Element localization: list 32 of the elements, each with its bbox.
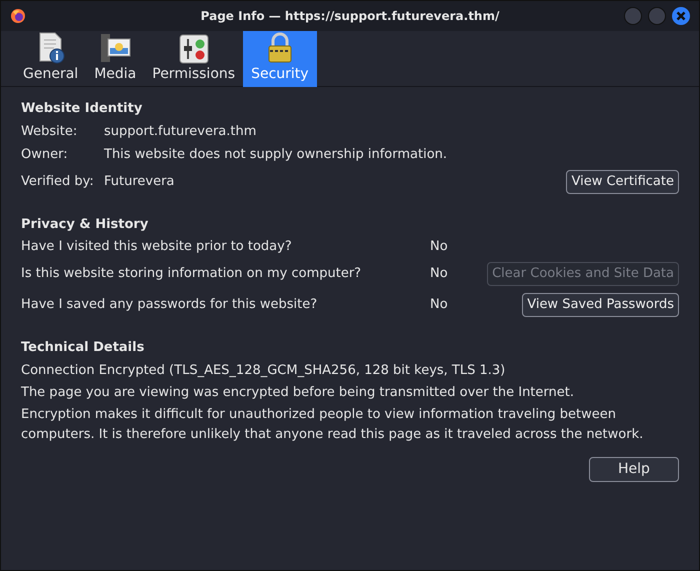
- view-button[interactable]: View Saved Passwords: [522, 292, 679, 316]
- question-text: Is this website storing information on my computer?: [21, 264, 362, 283]
- field-value: support.futurevera.thm: [104, 123, 256, 142]
- answer-text: No: [430, 296, 448, 314]
- answer-text: No: [430, 238, 448, 256]
- field-label: Website:: [21, 123, 78, 142]
- field-label: Owner:: [21, 146, 69, 164]
- tab[interactable]: General: [15, 31, 86, 87]
- minimize-button[interactable]: [624, 7, 642, 25]
- browser-logo-icon: [10, 8, 26, 24]
- tab[interactable]: Media: [86, 31, 144, 87]
- tab[interactable]: Security: [243, 31, 317, 87]
- paragraph-text: Connection Encrypted (TLS_AES_128_GCM_SHA256, 128 bit keys, TLS 1.3): [21, 362, 506, 380]
- maximize-button[interactable]: [648, 7, 666, 25]
- close-icon[interactable]: [672, 7, 690, 25]
- question-text: Have I visited this website prior to today?: [21, 238, 293, 256]
- section-heading: Privacy & History: [21, 216, 150, 234]
- view-button[interactable]: View Certificate: [566, 170, 679, 194]
- answer-text: No: [430, 264, 448, 283]
- paragraph-text: The page you are viewing was encrypted before being transmitted over the Internet.: [21, 384, 575, 402]
- help-button[interactable]: Help: [589, 456, 679, 482]
- paragraph-text: Encryption makes it difficult for unauthorized people to view information traveling between computers. It is therefore unlikely that anyone read this page as it traveled across the network.: [21, 406, 644, 444]
- section-heading: Technical Details: [21, 339, 146, 357]
- tab[interactable]: Permissions: [144, 31, 244, 87]
- section-heading: Website Identity: [21, 100, 144, 118]
- field-label: Verified by:: [21, 172, 95, 191]
- film-picture-icon: [98, 32, 132, 64]
- field-value: Futurevera: [104, 172, 174, 191]
- field-value: This website does not supply ownership information.: [104, 146, 448, 164]
- permission-switches-icon: [178, 34, 209, 64]
- question-text: Have I saved any passwords for this website?: [21, 296, 318, 314]
- window-title: Page Info — https://support.futurevera.thm/: [200, 8, 500, 25]
